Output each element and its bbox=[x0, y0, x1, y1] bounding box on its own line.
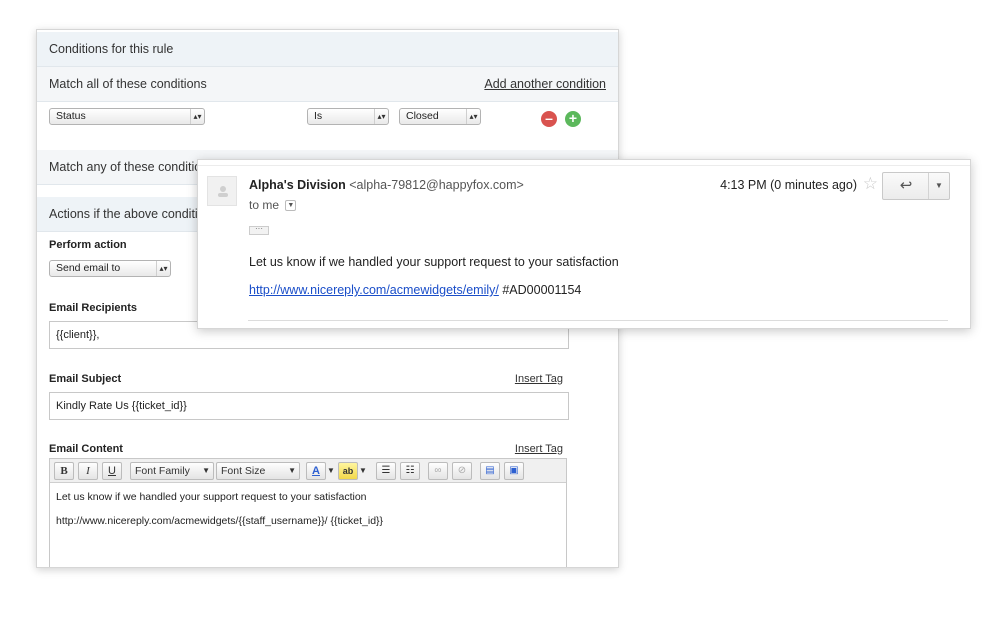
sender-address: <alpha-79812@happyfox.com> bbox=[349, 178, 524, 192]
select-arrows-icon: ▴▾ bbox=[190, 109, 204, 124]
timestamp: 4:13 PM (0 minutes ago) bbox=[720, 178, 857, 192]
email-content-editor[interactable]: B I U Font Family ▼ Font Size ▼ A ▼ ab ▼… bbox=[49, 458, 567, 567]
email-preview-panel: Alpha's Division <alpha-79812@happyfox.c… bbox=[197, 159, 971, 329]
bullet-list-icon[interactable]: ☰ bbox=[376, 462, 396, 480]
italic-button[interactable]: I bbox=[78, 462, 98, 480]
content-label: Email Content bbox=[49, 443, 123, 455]
subject-insert-tag-link[interactable]: Insert Tag bbox=[515, 373, 563, 385]
to-me-label: to me bbox=[249, 198, 280, 212]
subject-input[interactable]: Kindly Rate Us {{ticket_id}} bbox=[49, 392, 569, 420]
font-family-label: Font Family bbox=[135, 465, 190, 477]
condition-operator-value: Is bbox=[314, 110, 323, 122]
perform-action-value: Send email to bbox=[56, 262, 121, 274]
person-icon bbox=[218, 186, 228, 197]
conditions-header-title: Conditions for this rule bbox=[49, 42, 174, 56]
avatar bbox=[207, 176, 237, 206]
condition-field-value: Status bbox=[56, 110, 86, 122]
content-insert-tag-link[interactable]: Insert Tag bbox=[515, 443, 563, 455]
editor-line-2: http://www.nicereply.com/acmewidgets/{{s… bbox=[56, 515, 384, 527]
highlight-color-icon[interactable]: ab bbox=[338, 462, 358, 480]
bold-button[interactable]: B bbox=[54, 462, 74, 480]
add-condition-icon[interactable]: + bbox=[565, 111, 581, 127]
source-code-icon[interactable]: ▤ bbox=[480, 462, 500, 480]
ticket-reference: #AD00001154 bbox=[502, 283, 582, 297]
match-all-label: Match all of these conditions bbox=[49, 77, 207, 91]
more-options-dropdown[interactable]: ▼ bbox=[928, 173, 949, 199]
unlink-icon[interactable]: ⊘ bbox=[452, 462, 472, 480]
subject-label: Email Subject bbox=[49, 373, 122, 385]
chevron-down-icon[interactable]: ▼ bbox=[358, 462, 368, 480]
condition-field-select[interactable]: Status ▴▾ bbox=[49, 108, 205, 125]
divider bbox=[248, 320, 948, 321]
recipient-line: to me ▼ bbox=[249, 198, 297, 212]
select-arrows-icon: ▴▾ bbox=[374, 109, 388, 124]
condition-operator-select[interactable]: Is ▴▾ bbox=[307, 108, 389, 125]
editor-body[interactable]: Let us know if we handled your support r… bbox=[50, 483, 566, 547]
editor-toolbar: B I U Font Family ▼ Font Size ▼ A ▼ ab ▼… bbox=[50, 459, 566, 483]
recipient-details-dropdown[interactable]: ▼ bbox=[285, 200, 297, 212]
show-trimmed-content-button[interactable]: ··· bbox=[249, 225, 269, 235]
reply-button-group: ↩ ▼ bbox=[882, 172, 950, 200]
email-body-text: Let us know if we handled your support r… bbox=[249, 255, 619, 269]
select-arrows-icon: ▴▾ bbox=[156, 261, 170, 276]
chevron-down-icon: ▼ bbox=[202, 466, 210, 475]
font-family-dropdown[interactable]: Font Family ▼ bbox=[130, 462, 214, 480]
condition-value-value: Closed bbox=[406, 110, 439, 122]
select-arrows-icon: ▴▾ bbox=[466, 109, 480, 124]
editor-line-1: Let us know if we handled your support r… bbox=[56, 491, 367, 503]
conditions-header: Conditions for this rule bbox=[37, 32, 618, 67]
reply-icon[interactable]: ↩ bbox=[883, 173, 929, 199]
underline-button[interactable]: U bbox=[102, 462, 122, 480]
chevron-down-icon: ▼ bbox=[288, 466, 296, 475]
recipients-label: Email Recipients bbox=[49, 302, 138, 314]
match-any-label: Match any of these conditions bbox=[49, 160, 215, 174]
add-condition-link[interactable]: Add another condition bbox=[484, 67, 606, 102]
link-icon[interactable]: ∞ bbox=[428, 462, 448, 480]
divider bbox=[198, 165, 970, 166]
match-all-header: Match all of these conditions Add anothe… bbox=[37, 67, 618, 102]
remove-condition-icon[interactable]: – bbox=[541, 111, 557, 127]
font-size-label: Font Size bbox=[221, 465, 266, 477]
perform-action-select[interactable]: Send email to ▴▾ bbox=[49, 260, 171, 277]
font-size-dropdown[interactable]: Font Size ▼ bbox=[216, 462, 300, 480]
email-body-link-line: http://www.nicereply.com/acmewidgets/emi… bbox=[249, 283, 581, 297]
star-icon[interactable]: ☆ bbox=[863, 174, 878, 194]
chevron-down-icon[interactable]: ▼ bbox=[326, 462, 336, 480]
feedback-link[interactable]: http://www.nicereply.com/acmewidgets/emi… bbox=[249, 283, 499, 297]
text-color-icon[interactable]: A bbox=[306, 462, 326, 480]
image-icon[interactable]: ▣ bbox=[504, 462, 524, 480]
numbered-list-icon[interactable]: ☷ bbox=[400, 462, 420, 480]
sender-line: Alpha's Division <alpha-79812@happyfox.c… bbox=[249, 178, 524, 192]
condition-value-select[interactable]: Closed ▴▾ bbox=[399, 108, 481, 125]
sender-name: Alpha's Division bbox=[249, 178, 346, 192]
actions-header-title: Actions if the above conditions bbox=[49, 207, 218, 221]
perform-action-label: Perform action bbox=[49, 239, 127, 251]
